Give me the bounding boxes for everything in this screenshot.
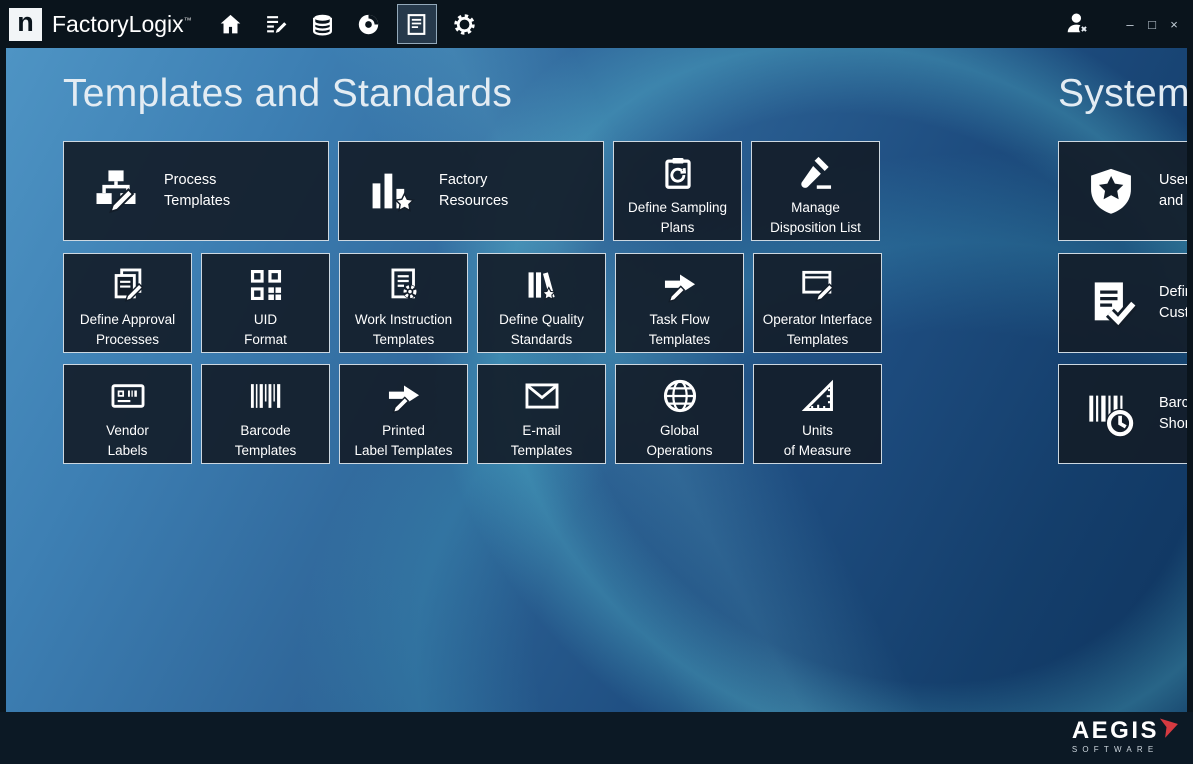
trademark: ™ xyxy=(184,16,192,25)
app-logo: n xyxy=(9,8,42,41)
tile-label: Task Flow Templates xyxy=(649,310,711,349)
ruler-icon xyxy=(799,377,837,415)
nav-templates-button[interactable] xyxy=(397,4,437,44)
main-nav xyxy=(208,0,488,48)
footer-bar: AEGIS SOFTWARE xyxy=(0,712,1193,764)
document-check-icon xyxy=(1085,277,1137,329)
home-icon xyxy=(218,12,243,37)
window-maximize-button[interactable]: □ xyxy=(1141,13,1163,35)
tile-process-templates[interactable]: Process Templates xyxy=(63,141,329,241)
tile-uid-format[interactable]: UID Format xyxy=(201,253,330,353)
tile-label: Process Templates xyxy=(164,170,230,212)
tile-manage-disposition-list[interactable]: Manage Disposition List xyxy=(751,141,880,241)
tile-label: Units of Measure xyxy=(784,421,852,460)
tile-label: Vendor Labels xyxy=(106,421,149,460)
section-title-templates-and-standards: Templates and Standards xyxy=(63,72,512,116)
templates-row-1: Process Templates Factory Resources Defi… xyxy=(63,141,880,241)
aegis-flag-icon xyxy=(1160,714,1181,737)
tile-users-and-roles[interactable]: Users and R xyxy=(1058,141,1187,241)
vendor-label-icon xyxy=(109,377,147,415)
tile-label: Operator Interface Templates xyxy=(763,310,873,349)
window-pencil-icon xyxy=(799,266,837,304)
tile-factory-resources[interactable]: Factory Resources xyxy=(338,141,604,241)
nav-home-button[interactable] xyxy=(208,0,254,48)
titlebar: n FactoryLogix™ – □ × xyxy=(0,0,1193,48)
tile-label: Barco Short xyxy=(1159,393,1187,435)
disc-icon xyxy=(356,12,381,37)
nav-data-forms-button[interactable] xyxy=(254,0,300,48)
tile-label: Manage Disposition List xyxy=(770,198,861,237)
section-title-system: System xyxy=(1058,72,1187,116)
process-flow-pencil-icon xyxy=(90,165,142,217)
templates-report-icon xyxy=(404,12,429,37)
nav-settings-button[interactable] xyxy=(442,0,488,48)
tile-label: Users and R xyxy=(1159,170,1187,212)
templates-row-2: Define Approval Processes UID Format Wor… xyxy=(63,253,882,353)
arrow-pencil-icon xyxy=(385,377,423,415)
tile-define-quality-standards[interactable]: Define Quality Standards xyxy=(477,253,606,353)
app-logo-letter: n xyxy=(17,9,34,36)
tile-label: Define Quality Standards xyxy=(499,310,584,349)
user-status-button[interactable] xyxy=(1061,7,1095,41)
user-x-icon xyxy=(1065,10,1091,36)
envelope-icon xyxy=(523,377,561,415)
shield-star-icon xyxy=(1085,165,1137,217)
gavel-icon xyxy=(797,154,835,192)
window-close-button[interactable]: × xyxy=(1163,13,1185,35)
tile-global-operations[interactable]: Global Operations xyxy=(615,364,744,464)
nav-database-button[interactable] xyxy=(300,0,346,48)
tile-label: Define Sampling Plans xyxy=(628,198,727,237)
tile-units-of-measure[interactable]: Units of Measure xyxy=(753,364,882,464)
documents-pencil-icon xyxy=(109,266,147,304)
barcode-icon xyxy=(247,377,285,415)
tile-label: Global Operations xyxy=(646,421,712,460)
tile-label: Barcode Templates xyxy=(235,421,297,460)
tile-vendor-labels[interactable]: Vendor Labels xyxy=(63,364,192,464)
globe-icon xyxy=(661,377,699,415)
brand-name: AEGIS xyxy=(1072,719,1159,743)
tile-barcode-shortcuts[interactable]: Barco Short xyxy=(1058,364,1187,464)
tile-email-templates[interactable]: E-mail Templates xyxy=(477,364,606,464)
arrow-pencil-icon xyxy=(661,266,699,304)
tile-printed-label-templates[interactable]: Printed Label Templates xyxy=(339,364,468,464)
brand-subtitle: SOFTWARE xyxy=(1072,745,1179,754)
tile-define-approval-processes[interactable]: Define Approval Processes xyxy=(63,253,192,353)
main-content: Templates and Standards System Process T… xyxy=(6,48,1187,712)
app-name: FactoryLogix™ xyxy=(52,11,192,38)
tile-label: Define Custo xyxy=(1159,282,1187,324)
tile-operator-interface-templates[interactable]: Operator Interface Templates xyxy=(753,253,882,353)
tile-work-instruction-templates[interactable]: Work Instruction Templates xyxy=(339,253,468,353)
tile-label: E-mail Templates xyxy=(511,421,573,460)
books-star-icon xyxy=(523,266,561,304)
tile-barcode-templates[interactable]: Barcode Templates xyxy=(201,364,330,464)
tile-label: Work Instruction Templates xyxy=(355,310,452,349)
database-icon xyxy=(310,12,335,37)
templates-row-3: Vendor Labels Barcode Templates Printed … xyxy=(63,364,882,464)
tile-label: Factory Resources xyxy=(439,170,508,212)
window-minimize-button[interactable]: – xyxy=(1119,13,1141,35)
brand-top: AEGIS xyxy=(1072,719,1179,743)
titlebar-right: – □ × xyxy=(1061,0,1185,48)
tile-define-custom[interactable]: Define Custo xyxy=(1058,253,1187,353)
aegis-logo: AEGIS SOFTWARE xyxy=(1072,719,1179,754)
tile-label: Printed Label Templates xyxy=(354,421,452,460)
forms-pencil-icon xyxy=(264,12,289,37)
tile-label: Define Approval Processes xyxy=(80,310,175,349)
tile-task-flow-templates[interactable]: Task Flow Templates xyxy=(615,253,744,353)
tile-label: UID Format xyxy=(244,310,287,349)
clipboard-refresh-icon xyxy=(659,154,697,192)
factory-star-icon xyxy=(365,165,417,217)
document-gear-icon xyxy=(385,266,423,304)
barcode-clock-icon xyxy=(1085,388,1137,440)
tile-define-sampling-plans[interactable]: Define Sampling Plans xyxy=(613,141,742,241)
qr-code-icon xyxy=(247,266,285,304)
nav-disc-button[interactable] xyxy=(346,0,392,48)
gear-icon xyxy=(452,12,477,37)
